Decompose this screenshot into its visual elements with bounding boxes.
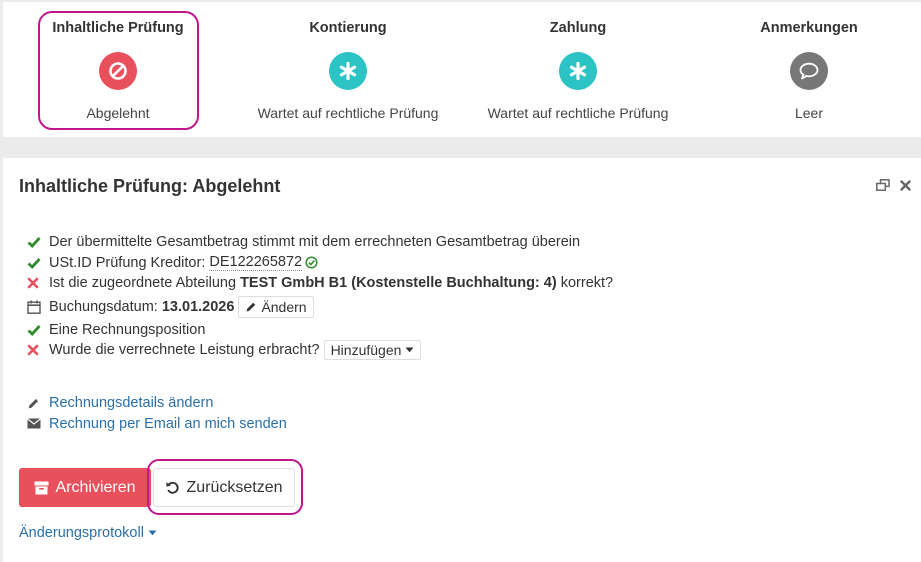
- step-accounting[interactable]: Kontierung Wartet auf rechtliche Prüfung: [248, 2, 448, 137]
- list-item: Eine Rechnungsposition: [27, 320, 613, 341]
- department-open: (: [347, 275, 357, 292]
- edit-details-link[interactable]: Rechnungsdetails ändern: [27, 393, 287, 414]
- comment-icon: [790, 52, 828, 90]
- archive-icon: [34, 481, 49, 495]
- step-payment[interactable]: Zahlung Wartet auf rechtliche Prüfung: [478, 2, 678, 137]
- change-log-label: Änderungsprotokoll: [19, 525, 144, 541]
- list-item: Ist die zugeordnete Abteilung TEST GmbH …: [27, 273, 613, 294]
- pencil-icon: [245, 301, 257, 313]
- times-icon: [27, 277, 49, 289]
- booking-date-label: Buchungsdatum:: [49, 298, 162, 315]
- edit-details-label: Rechnungsdetails ändern: [49, 395, 214, 412]
- step-status: Wartet auf rechtliche Prüfung: [257, 105, 439, 121]
- change-log-toggle[interactable]: Änderungsprotokoll: [19, 525, 157, 541]
- list-item: Buchungsdatum: 13.01.2026 Ändern: [27, 294, 613, 320]
- change-date-label: Ändern: [261, 298, 307, 315]
- archive-label: Archivieren: [55, 478, 136, 496]
- step-status: Wartet auf rechtliche Prüfung: [487, 105, 669, 121]
- check-icon: [27, 236, 49, 249]
- calendar-icon: [27, 300, 49, 314]
- envelope-icon: [27, 418, 49, 429]
- list-item: Wurde die verrechnete Leistung erbracht?…: [27, 340, 613, 361]
- times-icon: [27, 344, 49, 356]
- highlight-annotation: [147, 459, 303, 515]
- highlight-annotation: [38, 11, 199, 130]
- change-date-button[interactable]: Ändern: [238, 295, 314, 318]
- caret-down-icon: [148, 530, 157, 536]
- send-email-link[interactable]: Rechnung per Email an mich senden: [27, 414, 287, 435]
- check-icon: [27, 257, 49, 269]
- add-label: Hinzufügen: [330, 342, 402, 359]
- review-panel: Inhaltliche Prüfung: Abgelehnt Der überm…: [3, 158, 921, 562]
- check-text: Der übermittelte Gesamtbetrag stimmt mit…: [49, 234, 581, 251]
- step-title: Zahlung: [549, 20, 607, 36]
- step-notes[interactable]: Anmerkungen Leer: [709, 2, 909, 137]
- booking-date: 13.01.2026: [161, 298, 235, 315]
- check-icon: [27, 324, 49, 336]
- step-title: Kontierung: [309, 20, 387, 36]
- asterisk-icon: [559, 52, 597, 90]
- check-text: Ist die zugeordnete Abteilung: [49, 275, 241, 292]
- check-circle-icon: [305, 256, 318, 269]
- check-text-suffix: korrekt?: [556, 275, 614, 292]
- panel-tools: [876, 178, 911, 194]
- check-text: Eine Rechnungsposition: [49, 321, 206, 338]
- vat-id: DE122265872: [209, 254, 303, 272]
- list-item: Der übermittelte Gesamtbetrag stimmt mit…: [27, 232, 613, 253]
- cost-center: Kostenstelle Buchhaltung: 4: [356, 275, 552, 292]
- pencil-icon: [27, 397, 49, 410]
- close-icon[interactable]: [900, 178, 911, 194]
- list-item: USt.ID Prüfung Kreditor: DE122265872: [27, 253, 613, 274]
- asterisk-icon: [329, 52, 367, 90]
- department-name: TEST GmbH B1: [240, 275, 348, 292]
- send-email-label: Rechnung per Email an mich senden: [49, 415, 287, 432]
- step-status: Leer: [794, 105, 824, 121]
- check-text: USt.ID Prüfung Kreditor:: [49, 254, 210, 271]
- check-text: Wurde die verrechnete Leistung erbracht?: [49, 342, 320, 359]
- add-service-dropdown[interactable]: Hinzufügen: [323, 340, 422, 361]
- archive-button[interactable]: Archivieren: [19, 468, 151, 507]
- caret-down-icon: [405, 347, 414, 353]
- review-checklist: Der übermittelte Gesamtbetrag stimmt mit…: [27, 232, 613, 361]
- window-restore-icon[interactable]: [876, 178, 890, 194]
- action-links: Rechnungsdetails ändern Rechnung per Ema…: [27, 393, 287, 434]
- step-title: Anmerkungen: [760, 20, 858, 36]
- panel-title: Inhaltliche Prüfung: Abgelehnt: [19, 176, 281, 196]
